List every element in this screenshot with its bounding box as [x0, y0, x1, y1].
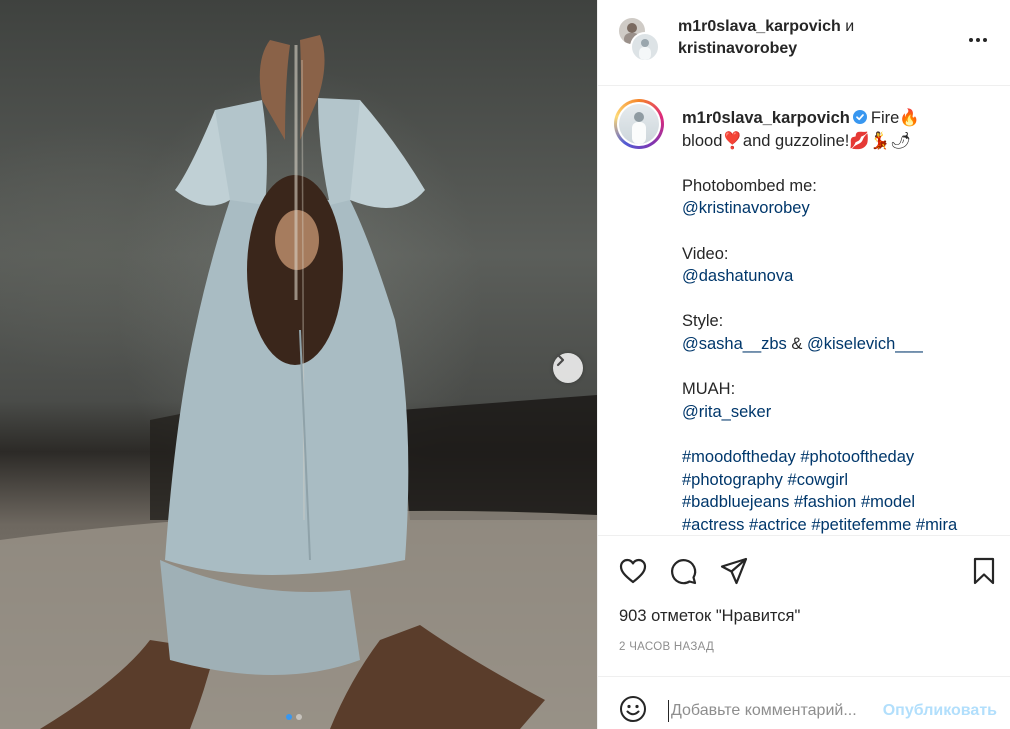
post-timestamp[interactable]: 2 ЧАСОВ НАЗАД [619, 641, 714, 653]
caption-avatar[interactable] [614, 99, 664, 149]
bookmark-icon[interactable] [969, 556, 999, 586]
comment-icon[interactable] [668, 556, 698, 586]
mention-link[interactable]: @kiselevich___ [807, 335, 923, 353]
hashtag-link[interactable]: #actrice [749, 516, 807, 534]
heart-icon[interactable] [618, 556, 648, 586]
author-conjunction: и [845, 18, 855, 35]
author-username[interactable]: m1r0slava_karpovich [678, 18, 841, 35]
caption-username[interactable]: m1r0slava_karpovich [682, 109, 850, 127]
hashtag-link[interactable]: #petitefemme [811, 516, 911, 534]
hashtag-link[interactable]: #photooftheday [800, 448, 914, 466]
mention-link[interactable]: @kristinavorobey [682, 199, 810, 217]
more-options-button[interactable] [969, 36, 993, 44]
comment-bar: Опубликовать [598, 676, 1010, 729]
likes-number: 903 [619, 607, 647, 625]
caption-line: Photobombed me: [682, 176, 817, 195]
caption-text: m1r0slava_karpovich Fire🔥 blood❣️and guzzo… [682, 107, 1002, 535]
post-caption: m1r0slava_karpovich Fire🔥 blood❣️and guzzo… [598, 87, 1010, 535]
hashtag-link[interactable]: #mira [916, 516, 957, 534]
mention-link[interactable]: @sasha__zbs [682, 335, 787, 353]
mention-link[interactable]: @dashatunova [682, 267, 793, 285]
likes-count[interactable]: 903 отметок "Нравится" [619, 607, 800, 626]
post-actions: 903 отметок "Нравится" 2 ЧАСОВ НАЗАД [598, 535, 1010, 673]
likes-label: отметок "Нравится" [651, 607, 801, 625]
verified-badge-icon [852, 110, 867, 124]
avatar[interactable] [630, 32, 660, 62]
post-authors: m1r0slava_karpovich и kristinavorobey [678, 16, 854, 60]
hashtag-link[interactable]: #model [861, 493, 915, 511]
hashtag-link[interactable]: #actress [682, 516, 744, 534]
carousel-dot [286, 714, 292, 720]
caption-line: blood❣️and guzzoline!💋💃🌶 [682, 131, 912, 150]
carousel-indicator [286, 714, 302, 720]
hashtag-link[interactable]: #photography [682, 471, 783, 489]
caption-line: MUAH: [682, 380, 736, 399]
caption-line: Style: [682, 312, 724, 331]
comment-input[interactable] [668, 700, 876, 722]
hashtag-link[interactable]: #moodoftheday [682, 448, 796, 466]
post-sidebar: m1r0slava_karpovich и kristinavorobey m1… [597, 0, 1010, 729]
post-header: m1r0slava_karpovich и kristinavorobey [598, 0, 1010, 86]
caption-line: Video: [682, 244, 729, 263]
paper-plane-icon[interactable] [719, 556, 749, 586]
hashtag-link[interactable]: #fashion [794, 493, 856, 511]
more-dots-icon [969, 38, 973, 42]
caption-text-fragment: & [786, 334, 807, 353]
carousel-dot [296, 714, 302, 720]
mention-link[interactable]: @rita_seker [682, 403, 771, 421]
post-photo[interactable] [0, 0, 597, 729]
smiley-icon[interactable] [619, 695, 647, 723]
collab-avatars[interactable] [617, 16, 661, 62]
hashtag-link[interactable]: #cowgirl [788, 471, 849, 489]
carousel-next-button[interactable] [553, 353, 583, 383]
photo-illustration [0, 35, 597, 729]
coauthor-username[interactable]: kristinavorobey [678, 40, 797, 57]
caption-line: Fire🔥 [870, 109, 920, 127]
publish-button[interactable]: Опубликовать [883, 702, 997, 720]
chevron-right-icon [556, 353, 565, 367]
hashtag-link[interactable]: #badbluejeans [682, 493, 789, 511]
